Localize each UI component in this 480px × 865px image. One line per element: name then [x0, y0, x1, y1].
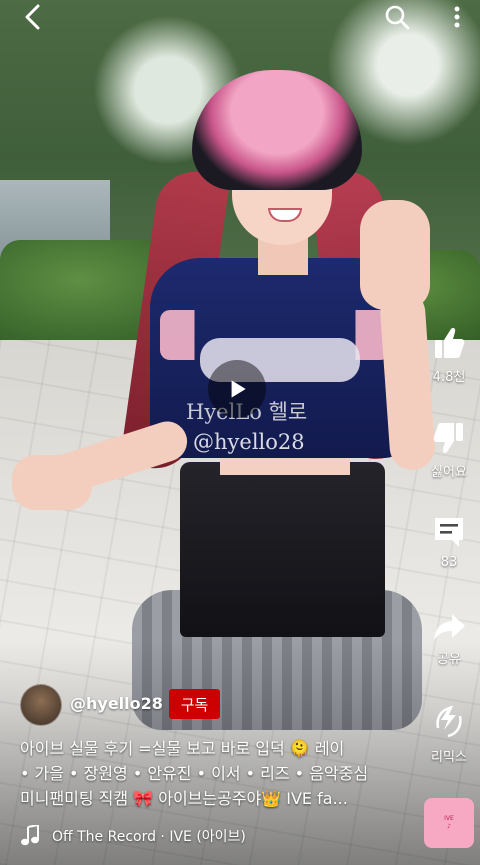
- remix-button[interactable]: 리믹스: [418, 704, 480, 765]
- bucket-hat: [192, 70, 362, 190]
- back-button[interactable]: [18, 2, 48, 32]
- remix-icon: [436, 706, 462, 738]
- music-note-icon: [21, 825, 39, 846]
- shorts-player[interactable]: HyelLo 헬로 @hyello28 4.8천 싫어요 83 공유 리믹스 @…: [0, 0, 480, 865]
- dislike-button[interactable]: 싫어요: [418, 421, 480, 480]
- share-icon: [434, 614, 465, 640]
- share-button[interactable]: 공유: [418, 612, 480, 667]
- channel-avatar[interactable]: [20, 684, 62, 726]
- music-track: Off The Record · IVE (아이브): [52, 829, 246, 845]
- play-icon: [231, 380, 246, 398]
- subscribe-button[interactable]: 구독: [169, 689, 220, 719]
- search-icon: [385, 5, 410, 30]
- comment-icon: [435, 518, 463, 547]
- comments-button[interactable]: 83: [418, 515, 480, 570]
- channel-handle[interactable]: @hyello28: [70, 694, 163, 713]
- search-button[interactable]: [382, 2, 412, 32]
- sound-thumbnail[interactable]: IVE ♪: [424, 798, 474, 848]
- album-art-icon: IVE ♪: [444, 815, 454, 830]
- thumbs-up-icon: [435, 328, 465, 358]
- music-info[interactable]: Off The Record · IVE (아이브): [20, 825, 246, 847]
- description-line: 미니팬미팅 직캠 🎀 아이브는공주야👑 IVE fa...: [20, 789, 348, 808]
- dislike-label: 싫어요: [431, 465, 467, 480]
- like-button[interactable]: 4.8천: [418, 326, 480, 385]
- play-button[interactable]: [208, 360, 266, 418]
- more-options-button[interactable]: [442, 2, 472, 32]
- like-count: 4.8천: [432, 370, 466, 385]
- more-vertical-icon: [454, 6, 460, 28]
- watermark-handle: @hyello28: [193, 430, 305, 454]
- back-arrow-icon: [25, 4, 40, 30]
- comment-count: 83: [440, 555, 458, 570]
- description-line: 아이브 실물 후기 =실물 보고 바로 입덕 🫠 레이: [20, 739, 345, 758]
- thumbs-down-icon: [433, 423, 463, 453]
- video-description[interactable]: 아이브 실물 후기 =실물 보고 바로 입덕 🫠 레이 • 가을 • 장원영 •…: [20, 736, 412, 811]
- description-line: • 가을 • 장원영 • 안유진 • 이서 • 리즈 • 음악중심: [20, 764, 369, 783]
- share-label: 공유: [437, 652, 461, 667]
- remix-label: 리믹스: [431, 750, 467, 765]
